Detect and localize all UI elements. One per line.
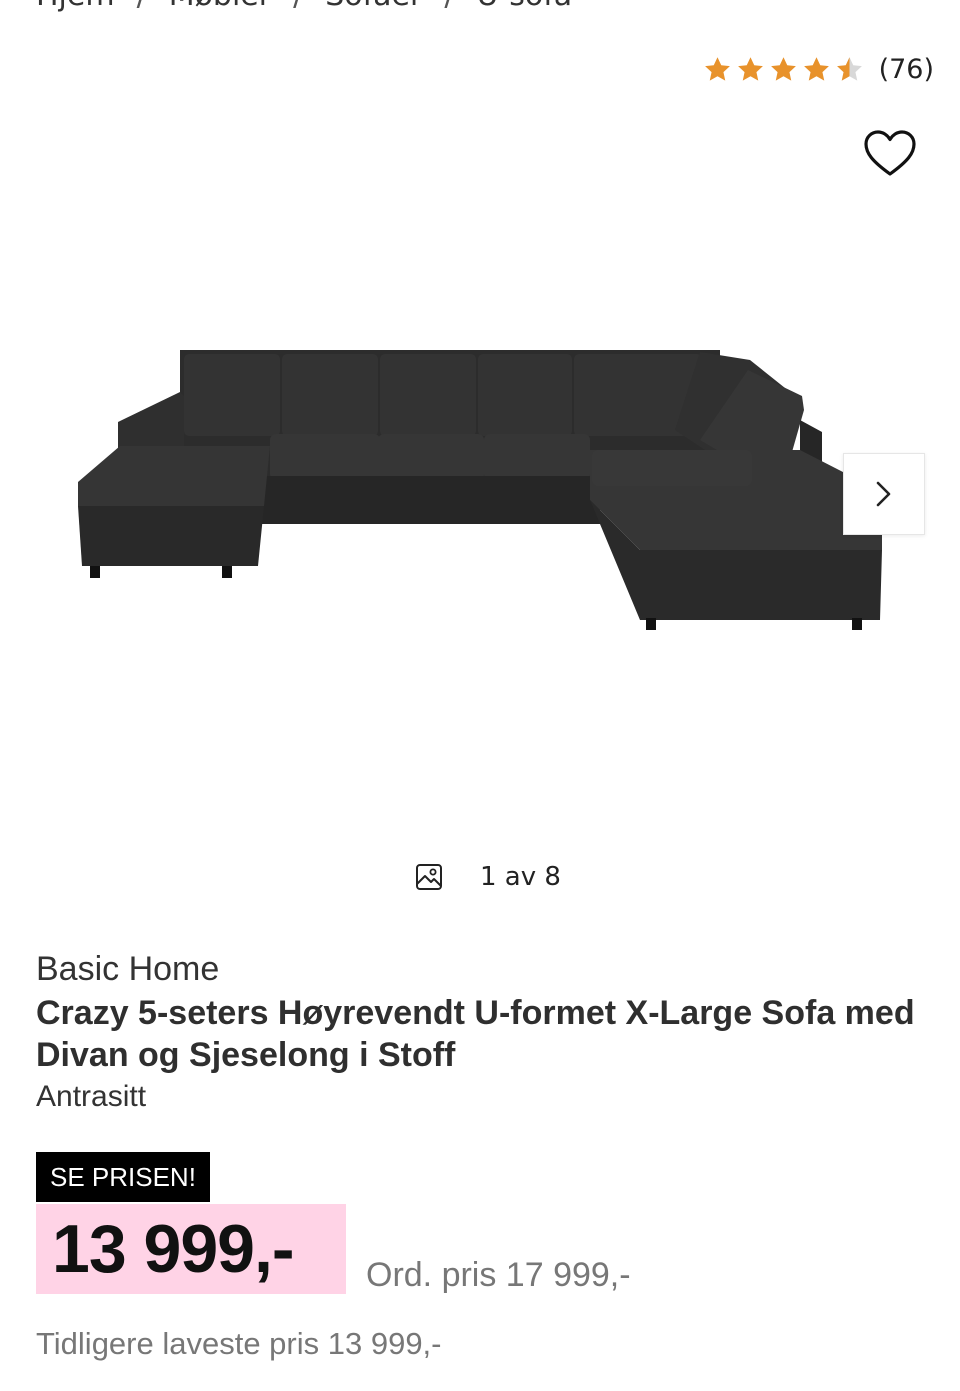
- breadcrumb-item-furniture[interactable]: Møbler: [169, 0, 271, 13]
- product-image-sofa: [78, 350, 882, 630]
- price-badge: SE PRISEN!: [36, 1152, 210, 1202]
- rating-count[interactable]: (76): [879, 54, 934, 85]
- breadcrumb-item-home[interactable]: Hjem: [36, 0, 115, 13]
- wishlist-button[interactable]: [862, 128, 918, 180]
- rating-stars: [702, 54, 865, 85]
- gallery-counter-label: 1 av 8: [480, 862, 561, 892]
- star-half-icon: [836, 57, 862, 81]
- heart-icon: [864, 130, 916, 176]
- breadcrumb-item-u-sofa[interactable]: U-sofa: [476, 0, 572, 13]
- rating[interactable]: (76): [702, 54, 934, 85]
- gallery-next-button[interactable]: [843, 453, 925, 535]
- product-image-gallery[interactable]: [0, 200, 960, 840]
- breadcrumb-separator: /: [137, 0, 147, 13]
- star-full-icon: [704, 57, 730, 81]
- current-price-box: 13 999,-: [36, 1204, 346, 1294]
- image-icon: [416, 864, 442, 890]
- product-brand[interactable]: Basic Home: [36, 950, 219, 989]
- breadcrumb-separator: /: [444, 0, 454, 13]
- chevron-right-icon: [876, 481, 891, 507]
- product-variant: Antrasitt: [36, 1080, 147, 1113]
- ordinary-price: Ord. pris 17 999,-: [366, 1256, 631, 1294]
- gallery-counter[interactable]: 1 av 8: [414, 862, 561, 892]
- star-full-icon: [770, 57, 796, 81]
- breadcrumb: Hjem / Møbler / Sofaer / U-sofa: [36, 0, 572, 13]
- star-full-icon: [803, 57, 829, 81]
- current-price: 13 999,-: [52, 1211, 295, 1287]
- lowest-previous-price: Tidligere laveste pris 13 999,-: [36, 1326, 442, 1361]
- breadcrumb-item-sofas[interactable]: Sofaer: [325, 0, 422, 13]
- breadcrumb-separator: /: [293, 0, 303, 13]
- product-title: Crazy 5-seters Høyrevendt U-formet X-Lar…: [36, 994, 915, 1074]
- product-page: Hjem / Møbler / Sofaer / U-sofa (76): [0, 0, 960, 1391]
- star-full-icon: [737, 57, 763, 81]
